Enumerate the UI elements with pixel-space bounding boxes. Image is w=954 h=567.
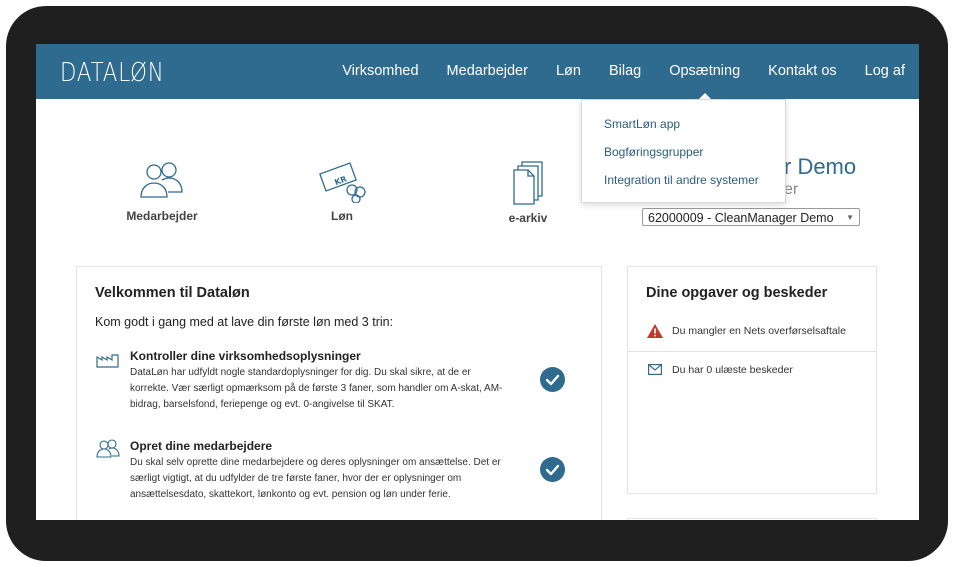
warning-icon bbox=[647, 324, 663, 338]
people-icon bbox=[96, 439, 120, 458]
quicklink-medarbejder[interactable]: Medarbejder bbox=[122, 159, 202, 223]
task-text: Du har 0 ulæste beskeder bbox=[672, 364, 793, 376]
quicklink-earkiv[interactable]: e-arkiv bbox=[498, 159, 558, 225]
nav-virksomhed[interactable]: Virksomhed bbox=[342, 44, 418, 99]
nav-bilag[interactable]: Bilag bbox=[609, 44, 641, 99]
money-icon: KR bbox=[319, 162, 366, 203]
app-screen: DATALØN Virksomhed Medarbejder Løn Bilag… bbox=[36, 44, 919, 520]
welcome-panel: Velkommen til Dataløn Kom godt i gang me… bbox=[76, 266, 602, 520]
factory-icon bbox=[96, 354, 119, 368]
step-title: Kontroller dine virksomhedsoplysninger bbox=[130, 349, 361, 363]
dataloen-logo[interactable]: DATALØN bbox=[60, 58, 165, 88]
menu-item-integration[interactable]: Integration til andre systemer bbox=[582, 166, 785, 194]
svg-text:KR: KR bbox=[333, 174, 348, 187]
chevron-down-icon: ▼ bbox=[846, 213, 854, 222]
nav-log-af[interactable]: Log af bbox=[865, 44, 905, 99]
quicklink-medarbejder-label: Medarbejder bbox=[126, 209, 198, 223]
mail-icon bbox=[648, 364, 662, 375]
step-body: DataLøn har udfyldt nogle standardoplysn… bbox=[130, 367, 503, 410]
opsaetning-dropdown-menu: SmartLøn app Bogføringsgrupper Integrati… bbox=[581, 99, 786, 203]
quicklink-loen-label: Løn bbox=[331, 209, 353, 223]
documents-icon bbox=[513, 161, 543, 205]
welcome-title: Velkommen til Dataløn bbox=[95, 285, 250, 301]
tasks-title: Dine opgaver og beskeder bbox=[646, 285, 828, 301]
quicklink-earkiv-label: e-arkiv bbox=[508, 211, 548, 225]
company-subtitle: er bbox=[784, 181, 799, 198]
check-icon bbox=[540, 367, 565, 392]
check-icon bbox=[540, 457, 565, 482]
task-divider bbox=[628, 351, 876, 352]
step-title: Opret dine medarbejdere bbox=[130, 439, 273, 453]
people-icon bbox=[140, 162, 183, 198]
nav-medarbejder[interactable]: Medarbejder bbox=[447, 44, 528, 99]
top-navigation-bar: DATALØN Virksomhed Medarbejder Løn Bilag… bbox=[36, 44, 919, 100]
company-title: r Demo bbox=[784, 154, 857, 179]
company-select[interactable]: 62000009 - CleanManager Demo ▼ bbox=[642, 208, 860, 226]
main-nav: Virksomhed Medarbejder Løn Bilag Opsætni… bbox=[342, 44, 919, 100]
quicklink-loen[interactable]: KR Løn bbox=[312, 159, 372, 223]
menu-item-smartloen-app[interactable]: SmartLøn app bbox=[582, 110, 785, 138]
company-select-value: 62000009 - CleanManager Demo bbox=[648, 211, 834, 225]
step-body: Du skal selv oprette dine medarbejdere o… bbox=[130, 457, 501, 500]
secondary-panel bbox=[627, 518, 877, 520]
menu-item-bogfoeringsgrupper[interactable]: Bogføringsgrupper bbox=[582, 138, 785, 166]
nav-kontakt-os[interactable]: Kontakt os bbox=[768, 44, 837, 99]
welcome-intro: Kom godt i gang med at lave din første l… bbox=[95, 315, 394, 329]
tasks-panel: Dine opgaver og beskeder Du mangler en N… bbox=[627, 266, 877, 494]
task-text: Du mangler en Nets overførselsaftale bbox=[672, 325, 846, 337]
nav-loen[interactable]: Løn bbox=[556, 44, 581, 99]
nav-opsaetning[interactable]: Opsætning bbox=[669, 44, 740, 100]
